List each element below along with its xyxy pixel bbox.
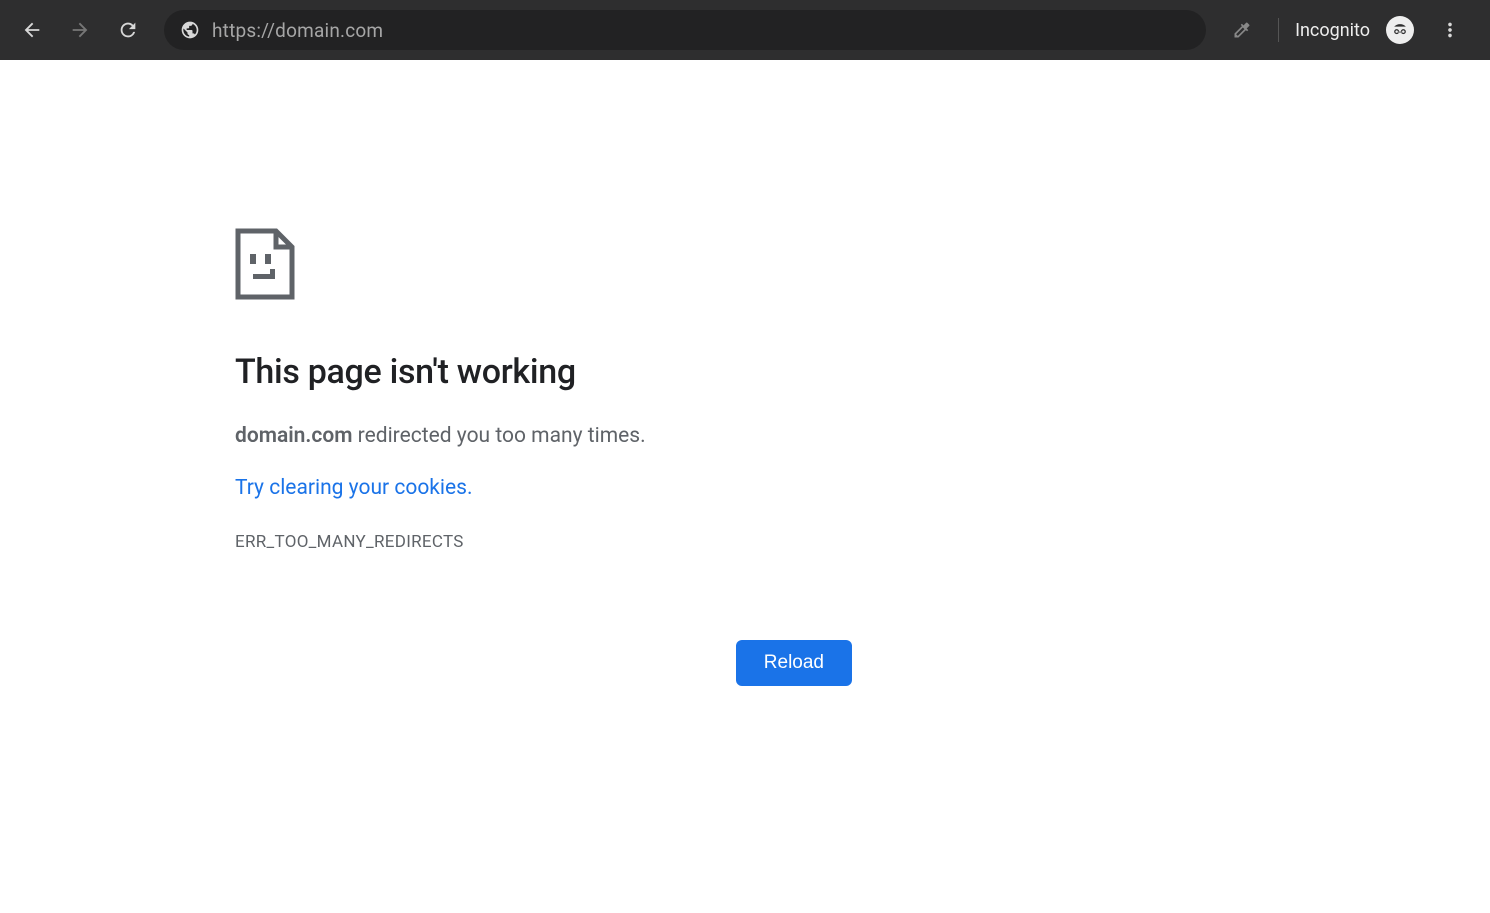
clear-cookies-link[interactable]: Try clearing your cookies. [235,476,473,500]
arrow-right-icon [69,19,91,41]
incognito-icon [1390,20,1410,40]
toolbar-right: Incognito [1222,10,1478,50]
reload-icon [117,19,139,41]
back-button[interactable] [12,10,52,50]
reload-button[interactable]: Reload [736,640,852,686]
eyedropper-button[interactable] [1222,10,1262,50]
reload-nav-button[interactable] [108,10,148,50]
globe-icon [180,20,200,40]
forward-button[interactable] [60,10,100,50]
error-title: This page isn't working [235,352,1180,392]
eyedropper-icon [1232,20,1252,40]
error-domain: domain.com [235,424,352,448]
arrow-left-icon [21,19,43,41]
error-message: redirected you too many times. [352,424,645,448]
error-code: ERR_TOO_MANY_REDIRECTS [235,532,1180,552]
toolbar-separator [1278,18,1279,42]
browser-toolbar: https://domain.com Incognito [0,0,1490,60]
error-content: This page isn't working domain.com redir… [0,60,1180,686]
reload-container: Reload [235,640,1180,686]
url-text: https://domain.com [212,19,383,42]
sad-file-icon [235,228,1180,304]
menu-button[interactable] [1430,10,1470,50]
dots-vertical-icon [1439,19,1461,41]
error-description: domain.com redirected you too many times… [235,424,1180,448]
incognito-badge[interactable] [1386,16,1414,44]
address-bar[interactable]: https://domain.com [164,10,1206,50]
incognito-label: Incognito [1295,20,1370,41]
